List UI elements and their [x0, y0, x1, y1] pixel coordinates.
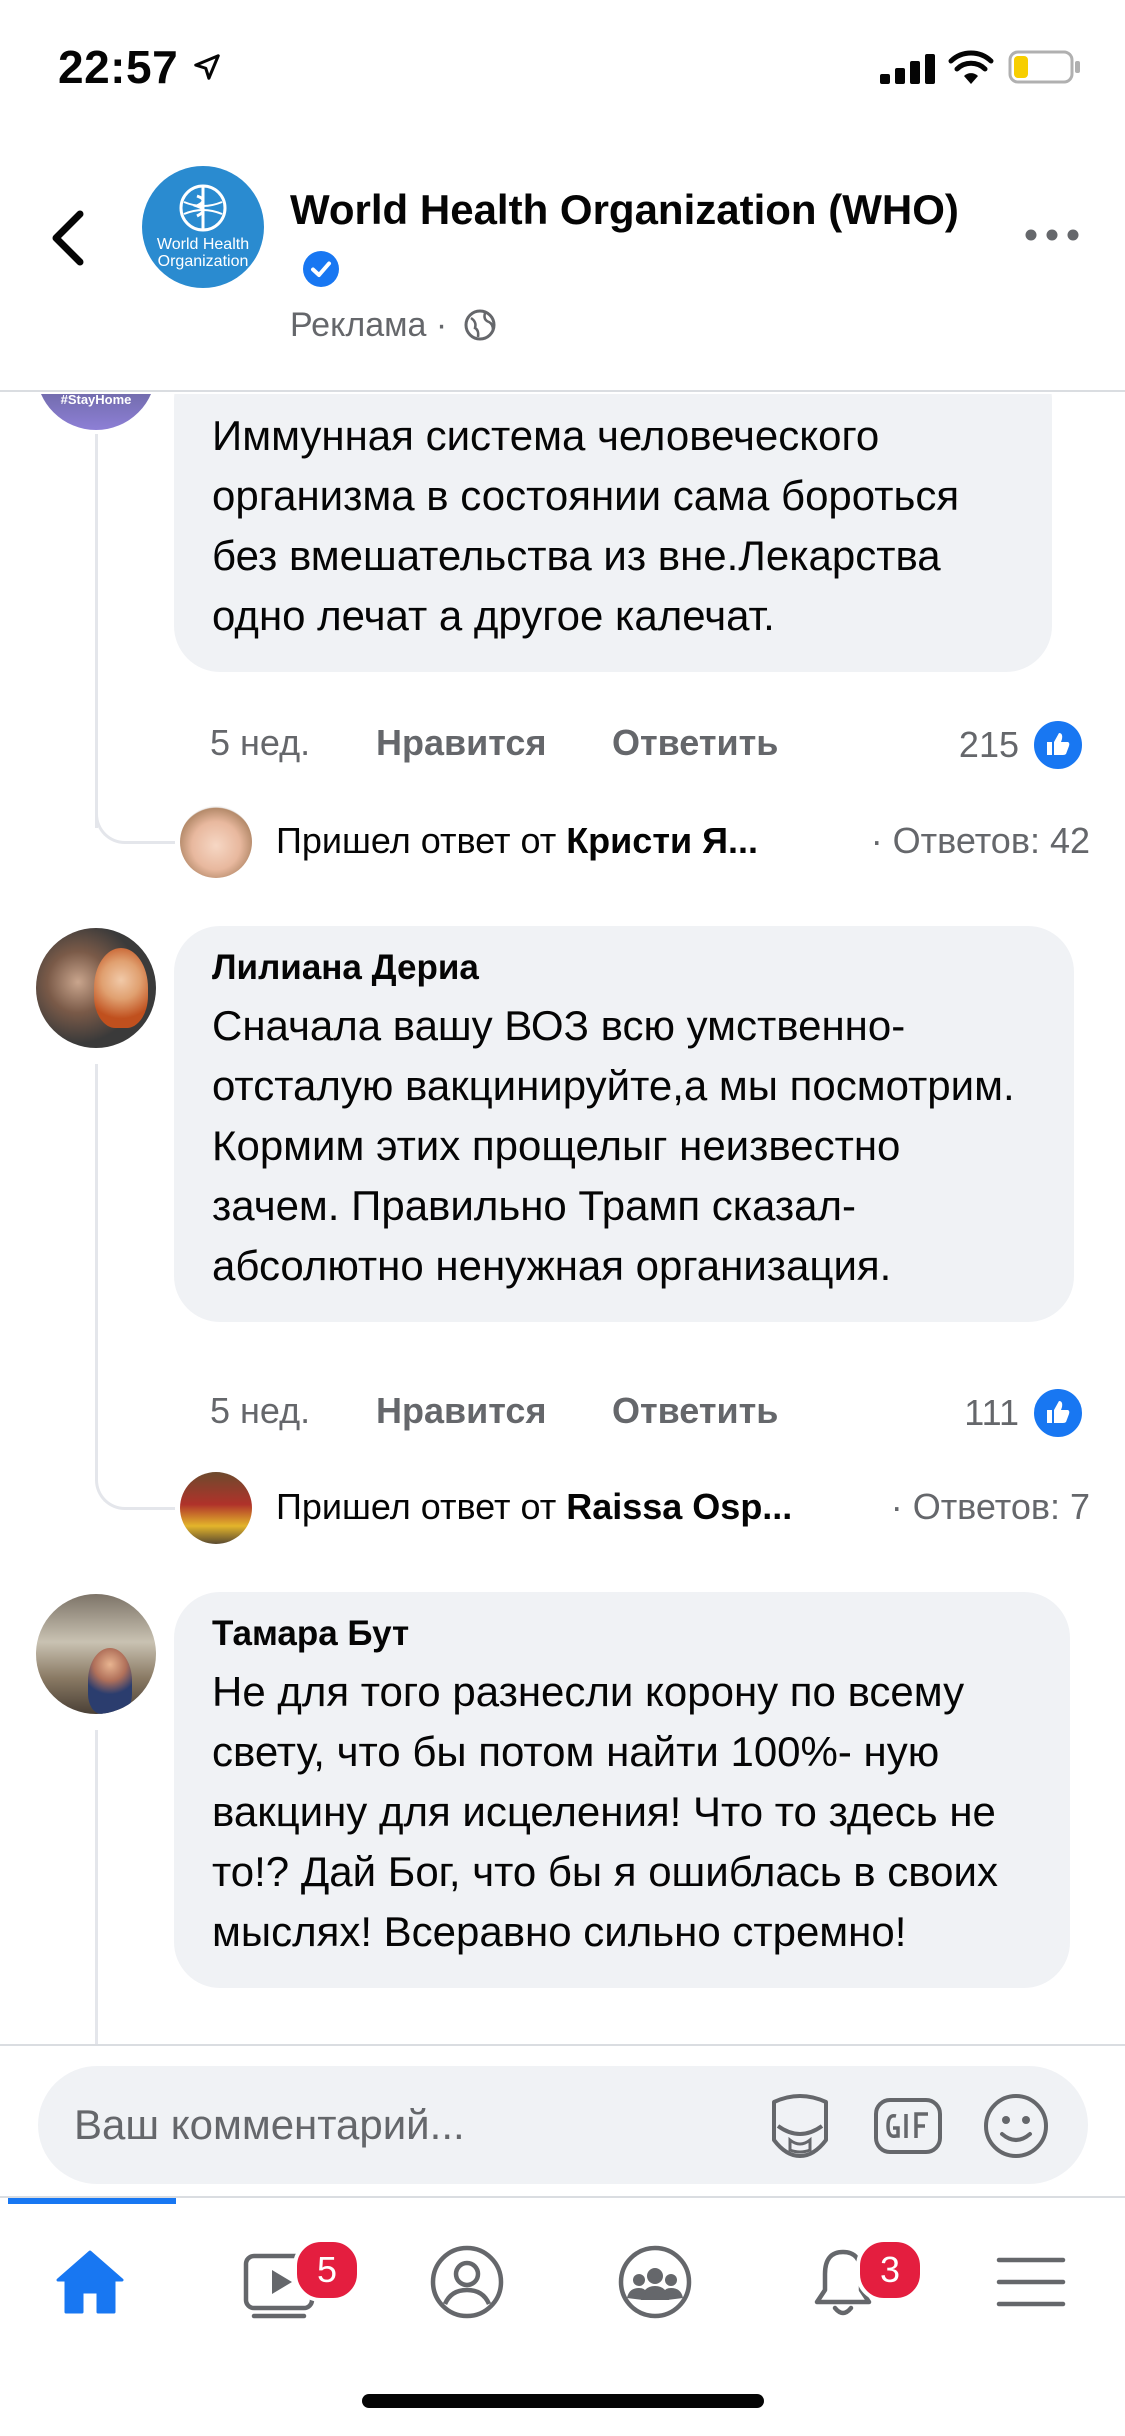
emoji-icon[interactable] [980, 2090, 1052, 2162]
gif-icon[interactable] [872, 2090, 944, 2162]
avatar-photo-detail [94, 948, 148, 1028]
reply-author: Кристи Я... [566, 820, 758, 861]
comment-bubble[interactable]: Иммунная система человеческого организма… [174, 394, 1052, 672]
comment-author[interactable]: Лилиана Дериа [212, 948, 1036, 988]
view-replies[interactable]: Пришел ответ от Кристи Я... · Ответов: 4… [180, 806, 1090, 878]
reaction-count: 111 [964, 1392, 1019, 1433]
stayhome-avatar-overlay: #StayHome [60, 394, 132, 407]
thread-line [95, 434, 98, 828]
menu-icon [996, 2257, 1066, 2307]
sticker-icon[interactable] [764, 2090, 836, 2162]
reply-author: Raissa Osp... [566, 1486, 793, 1527]
more-options-icon[interactable] [1022, 220, 1082, 250]
wifi-icon [948, 50, 994, 84]
who-emblem-icon [179, 184, 227, 232]
like-button[interactable]: Нравится [376, 722, 546, 764]
status-time: 22:57 [58, 41, 179, 93]
reply-author-avatar [180, 1472, 252, 1544]
comment-bubble[interactable]: Тамара Бут Не для того разнесли корону п… [174, 1592, 1070, 1988]
tab-watch[interactable]: 5 [215, 2228, 361, 2338]
like-reaction-icon [1031, 1386, 1085, 1440]
sponsored-label: Реклама · [290, 306, 497, 345]
sponsored-text: Реклама · [290, 306, 448, 344]
back-chevron-icon[interactable] [40, 198, 100, 278]
watch-badge: 5 [293, 2238, 361, 2302]
reply-button[interactable]: Ответить [612, 1390, 778, 1432]
comment-text: Сначала вашу ВОЗ всю умственно-отсталую … [212, 1002, 1015, 1289]
comment-text: Не для того разнесли корону по всему све… [212, 1668, 998, 1955]
who-avatar-text: World Health Organization [156, 236, 250, 270]
thread-connector [95, 1460, 175, 1510]
reaction-summary[interactable]: 111 [964, 1386, 1085, 1440]
reply-summary: Пришел ответ от Raissa Osp... [276, 1486, 792, 1528]
thread-connector [95, 794, 175, 844]
post-header: World Health Organization World Health O… [0, 140, 1125, 392]
comment-time[interactable]: 5 нед. [210, 722, 310, 764]
reaction-summary[interactable]: 215 [958, 718, 1085, 772]
battery-low-icon [1008, 50, 1080, 84]
groups-icon [618, 2245, 692, 2319]
status-bar: 22:57 [0, 0, 1125, 140]
reply-button[interactable]: Ответить [612, 722, 778, 764]
thread-line [95, 1064, 98, 1464]
tab-profile[interactable] [402, 2228, 532, 2338]
profile-icon [430, 2245, 504, 2319]
globe-icon [464, 309, 496, 341]
reply-count: · Ответов: 7 [890, 1486, 1090, 1527]
tab-menu[interactable] [966, 2228, 1096, 2338]
bottom-tab-bar: 5 3 [0, 2196, 1125, 2436]
tab-home[interactable] [25, 2228, 155, 2338]
view-replies[interactable]: Пришел ответ от Raissa Osp... · Ответов:… [180, 1472, 1090, 1544]
page-title[interactable]: World Health Organization (WHO) [290, 180, 970, 300]
reply-prefix: Пришел ответ от [276, 820, 567, 861]
active-tab-indicator [8, 2198, 176, 2204]
comment-bubble[interactable]: Лилиана Дериа Сначала вашу ВОЗ всю умств… [174, 926, 1074, 1322]
comments-feed[interactable]: #StayHome Иммунная система человеческого… [0, 394, 1125, 2044]
reply-prefix: Пришел ответ от [276, 1486, 567, 1527]
comment-avatar[interactable]: #StayHome [36, 394, 156, 430]
who-page-avatar[interactable]: World Health Organization [142, 166, 264, 288]
comment-composer [0, 2044, 1125, 2194]
home-icon [56, 2250, 124, 2314]
reply-author-avatar [180, 806, 252, 878]
comment-author[interactable]: Тамара Бут [212, 1614, 1032, 1654]
like-reaction-icon [1031, 718, 1085, 772]
comment-avatar[interactable] [36, 928, 156, 1048]
thread-line [95, 1730, 98, 2044]
page-title-text[interactable]: World Health Organization (WHO) [290, 186, 959, 233]
verified-badge-icon [303, 251, 339, 287]
tab-notifications[interactable]: 3 [778, 2228, 924, 2338]
comment-text: Иммунная система человеческого организма… [212, 412, 960, 639]
like-button[interactable]: Нравится [376, 1390, 546, 1432]
reaction-count: 215 [958, 724, 1019, 765]
comment-avatar[interactable] [36, 1594, 156, 1714]
notifications-badge: 3 [856, 2238, 924, 2302]
avatar-photo-detail [88, 1648, 132, 1714]
tab-groups[interactable] [590, 2228, 720, 2338]
home-indicator[interactable] [362, 2394, 764, 2408]
reply-summary: Пришел ответ от Кристи Я... [276, 820, 758, 862]
reply-count: · Ответов: 42 [870, 820, 1090, 861]
comment-time[interactable]: 5 нед. [210, 1390, 310, 1432]
cellular-signal-icon [880, 54, 935, 84]
location-arrow-icon [194, 54, 220, 80]
